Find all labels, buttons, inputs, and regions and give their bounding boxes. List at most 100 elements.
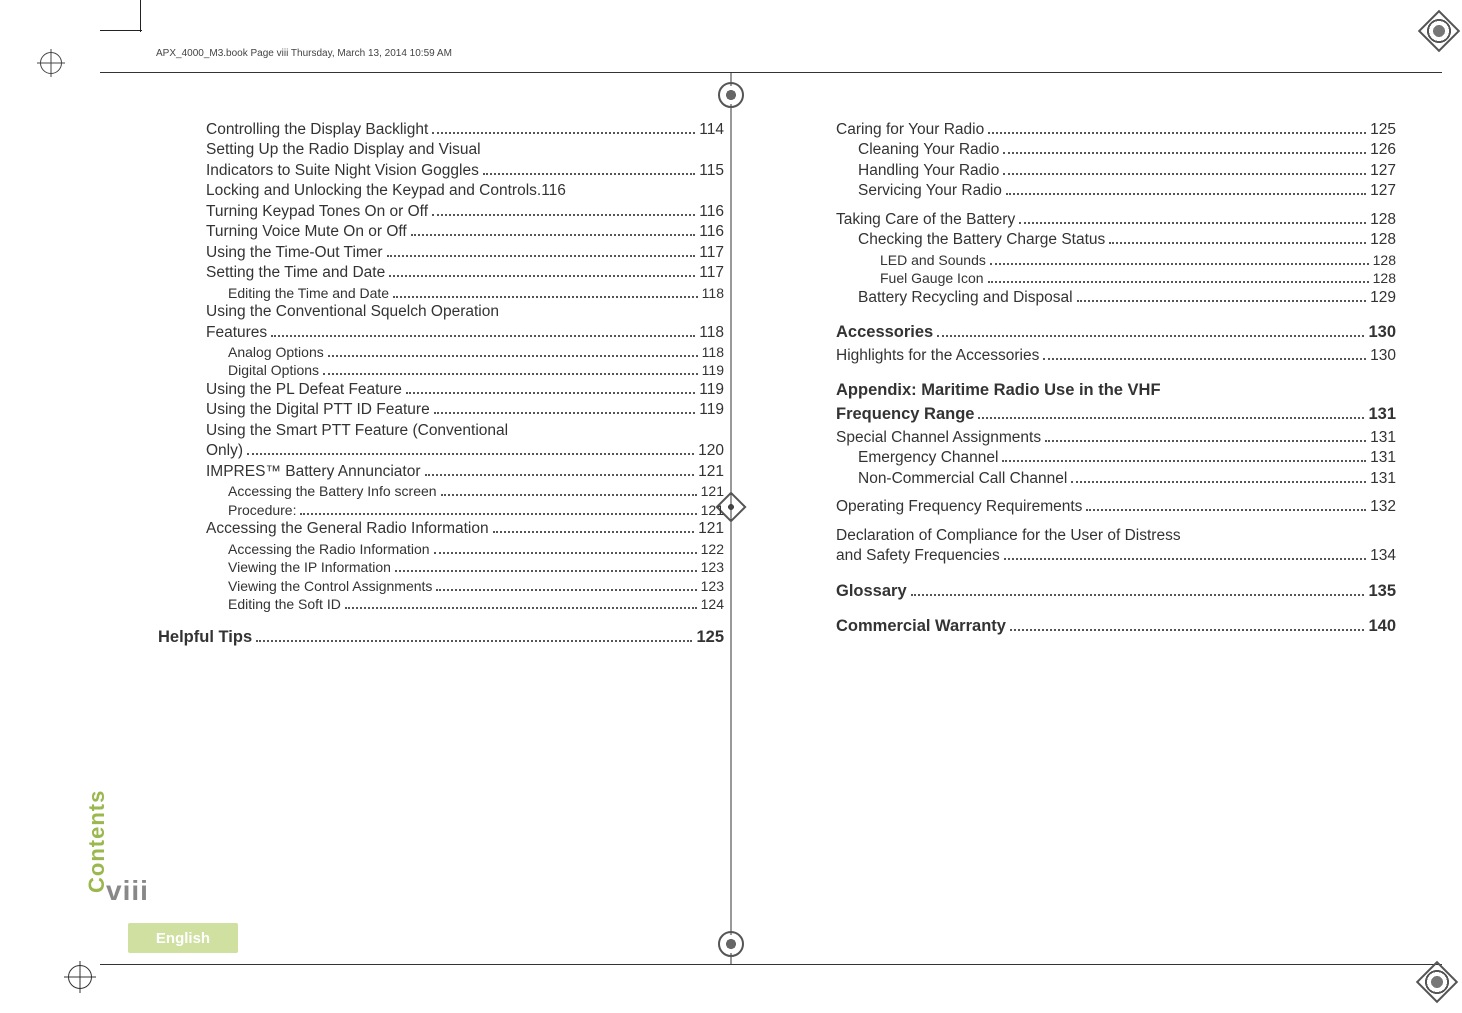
toc-label: Commercial Warranty [836, 616, 1006, 638]
toc-entry: Highlights for the Accessories 130 [836, 346, 1396, 366]
toc-label: Caring for Your Radio [836, 120, 984, 140]
toc-leader [1086, 509, 1366, 511]
toc-label: Turning Keypad Tones On or Off [206, 202, 428, 222]
registration-mark-icon [68, 965, 92, 989]
toc-page: 121 [698, 462, 724, 482]
toc-entry: Appendix: Maritime Radio Use in the VHF [836, 380, 1396, 402]
toc-leader [345, 607, 697, 609]
toc-leader [911, 594, 1365, 596]
toc-leader [406, 392, 695, 394]
page-number: viii [106, 875, 149, 907]
toc-label: Locking and Unlocking the Keypad and Con… [206, 181, 537, 201]
color-target-icon [1418, 10, 1460, 52]
running-header: APX_4000_M3.book Page viii Thursday, Mar… [156, 48, 452, 59]
toc-entry: Viewing the IP Information123 [184, 558, 724, 576]
toc-leader [493, 531, 695, 533]
toc-label: Using the Time-Out Timer [206, 243, 383, 263]
toc-page: 117 [699, 263, 724, 283]
toc-leader [1003, 173, 1366, 175]
toc-leader [323, 373, 698, 375]
toc-leader [432, 132, 695, 134]
toc-label: Features [206, 323, 267, 343]
toc-leader [436, 589, 696, 591]
toc-page: 128 [1373, 269, 1396, 287]
toc-leader [1045, 440, 1366, 442]
toc-page: 134 [1370, 546, 1396, 566]
toc-leader [425, 474, 695, 476]
toc-label: Appendix: Maritime Radio Use in the VHF [836, 380, 1161, 402]
toc-label: Only) [206, 441, 243, 461]
toc-entry: Indicators to Suite Night Vision Goggles… [184, 161, 724, 181]
toc-page: 122 [701, 540, 724, 558]
toc-leader [1003, 152, 1366, 154]
toc-label: Cleaning Your Radio [858, 140, 999, 160]
toc-entry: Editing the Soft ID 124 [184, 595, 724, 613]
toc-entry: Declaration of Compliance for the User o… [836, 526, 1396, 546]
toc-entry: and Safety Frequencies134 [836, 546, 1396, 566]
toc-leader [1006, 193, 1366, 195]
toc-entry: Using the Digital PTT ID Feature119 [184, 400, 724, 420]
toc-entry: IMPRES™ Battery Annunciator121 [184, 462, 724, 482]
toc-page: 131 [1370, 448, 1396, 468]
toc-entry: Editing the Time and Date118 [184, 284, 724, 302]
toc-page: 127 [1370, 181, 1396, 201]
toc-page: 117 [699, 243, 724, 263]
toc-entry: Accessing the Battery Info screen121 [184, 482, 724, 500]
toc-label: Servicing Your Radio [858, 181, 1002, 201]
toc-page: 127 [1370, 161, 1396, 181]
toc-page: 124 [701, 595, 724, 613]
toc-leader [393, 296, 698, 298]
toc-page: 116 [699, 202, 724, 222]
toc-label: Controlling the Display Backlight [206, 120, 428, 140]
toc-leader [1010, 629, 1365, 631]
toc-entry: Digital Options119 [184, 361, 724, 379]
toc-leader [1002, 460, 1366, 462]
toc-label: Procedure: [228, 501, 296, 519]
toc-leader [988, 132, 1366, 134]
toc-entry: Setting Up the Radio Display and Visual [184, 140, 724, 160]
toc-entry: Only)120 [184, 441, 724, 461]
toc-entry: Turning Voice Mute On or Off116 [184, 222, 724, 242]
toc-page: 129 [1370, 288, 1396, 308]
toc-entry: Emergency Channel131 [836, 448, 1396, 468]
toc-label: Fuel Gauge Icon [880, 269, 984, 287]
toc-label: Special Channel Assignments [836, 428, 1041, 448]
toc-page: 123 [701, 558, 724, 576]
toc-label: LED and Sounds [880, 251, 986, 269]
toc-label: Highlights for the Accessories [836, 346, 1039, 366]
toc-entry: Accessing the Radio Information122 [184, 540, 724, 558]
toc-label: Indicators to Suite Night Vision Goggles [206, 161, 479, 181]
toc-label: Taking Care of the Battery [836, 210, 1015, 230]
toc-leader [387, 255, 696, 257]
rule-line [100, 964, 1442, 965]
toc-leader [389, 275, 695, 277]
toc-label: Operating Frequency Requirements [836, 497, 1082, 517]
crop-mark-icon [100, 30, 142, 31]
toc-page: 130 [1370, 346, 1396, 366]
toc-leader [483, 173, 695, 175]
toc-entry: Controlling the Display Backlight 114 [184, 120, 724, 140]
toc-label: Accessing the General Radio Information [206, 519, 489, 539]
toc-label: Viewing the Control Assignments [228, 577, 432, 595]
toc-leader [328, 355, 698, 357]
toc-label: Turning Voice Mute On or Off [206, 222, 407, 242]
toc-entry: Accessing the General Radio Information1… [184, 519, 724, 539]
toc-label: Editing the Time and Date [228, 284, 389, 302]
toc-page: 114 [699, 120, 724, 140]
registration-ring-icon [718, 82, 744, 108]
toc-leader [990, 263, 1369, 265]
toc-page: 128 [1373, 251, 1396, 269]
toc-page: 123 [701, 577, 724, 595]
toc-leader [441, 494, 697, 496]
toc-label: Editing the Soft ID [228, 595, 341, 613]
toc-page: 131 [1368, 404, 1396, 426]
toc-entry: Handling Your Radio127 [836, 161, 1396, 181]
toc-page: 119 [699, 380, 724, 400]
toc-label: Battery Recycling and Disposal [858, 288, 1073, 308]
toc-label: Helpful Tips [158, 627, 252, 649]
toc-leader [1071, 481, 1366, 483]
toc-entry: Frequency Range131 [836, 404, 1396, 426]
toc-entry: Locking and Unlocking the Keypad and Con… [184, 181, 724, 201]
toc-leader [432, 214, 695, 216]
toc-page: 121 [701, 482, 724, 500]
